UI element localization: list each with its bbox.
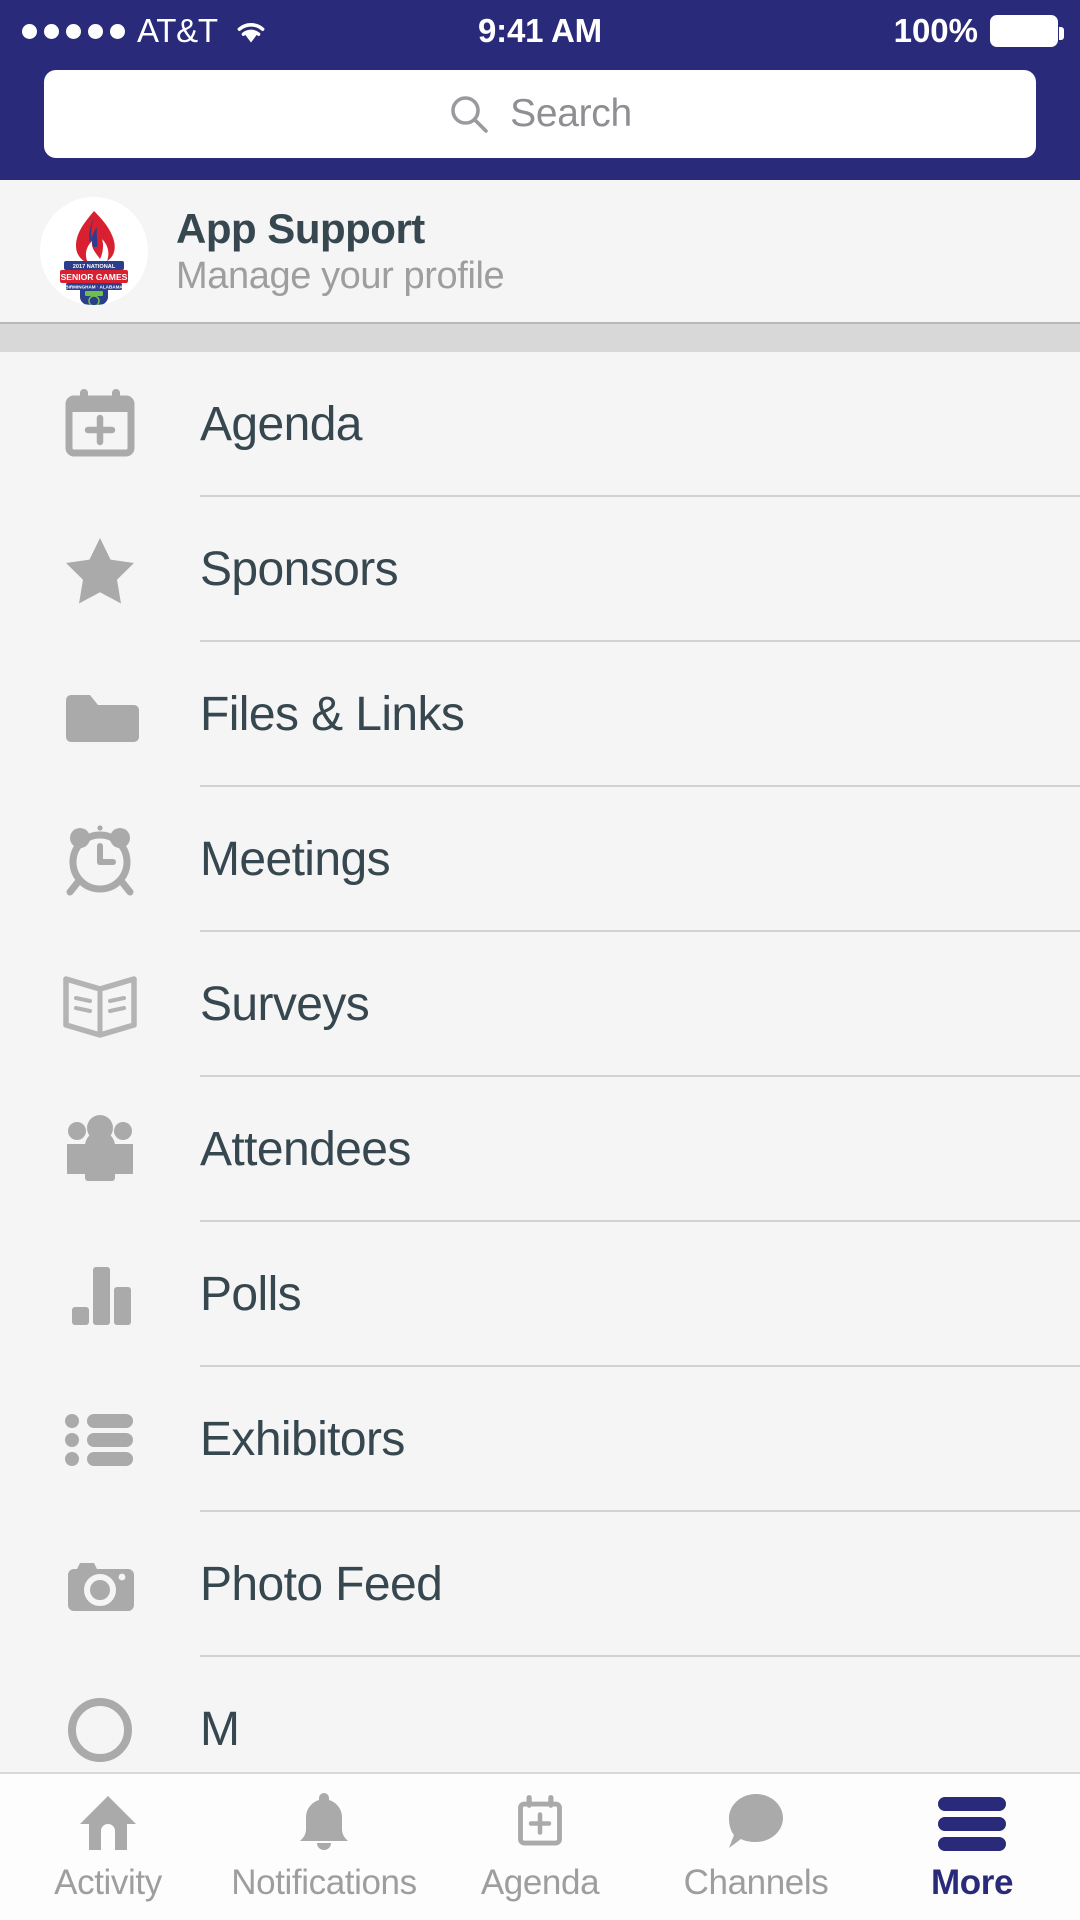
status-bar: AT&T 9:41 AM 100% xyxy=(0,0,1080,62)
tab-label: Channels xyxy=(683,1863,829,1902)
list-item-label: Polls xyxy=(200,1268,302,1321)
calendar-plus-icon xyxy=(0,385,200,465)
tab-notifications[interactable]: Notifications xyxy=(216,1774,432,1920)
star-icon xyxy=(0,530,200,610)
svg-text:2017 NATIONAL: 2017 NATIONAL xyxy=(73,264,116,270)
list-item-body: Photo Feed xyxy=(200,1512,1080,1657)
tab-label: More xyxy=(930,1863,1014,1902)
hamburger-menu-icon xyxy=(936,1791,1008,1853)
tab-activity[interactable]: Activity xyxy=(0,1774,216,1920)
home-icon xyxy=(77,1791,139,1853)
profile-subtitle: Manage your profile xyxy=(176,254,505,297)
list-item-label: Files & Links xyxy=(200,688,465,741)
bell-icon xyxy=(296,1791,352,1853)
people-group-icon xyxy=(0,1110,200,1190)
list-item[interactable]: Polls xyxy=(0,1222,1080,1367)
folder-icon xyxy=(0,675,200,755)
list-item-body: Attendees xyxy=(200,1077,1080,1222)
circle-icon xyxy=(0,1690,200,1770)
calendar-plus-icon xyxy=(510,1791,570,1853)
list-item[interactable]: Sponsors xyxy=(0,497,1080,642)
open-book-icon xyxy=(0,965,200,1045)
search-input[interactable]: Search xyxy=(44,70,1036,158)
list-item-body: Polls xyxy=(200,1222,1080,1367)
wifi-icon xyxy=(234,18,268,44)
tab-label: Notifications xyxy=(231,1863,417,1902)
list-item[interactable]: Files & Links xyxy=(0,642,1080,787)
list-item-body: Exhibitors xyxy=(200,1367,1080,1512)
svg-text:SENIOR GAMES: SENIOR GAMES xyxy=(61,272,128,282)
alarm-clock-icon xyxy=(0,820,200,900)
list-item-body: Sponsors xyxy=(200,497,1080,642)
profile-header[interactable]: 2017 NATIONAL SENIOR GAMES BIRMINGHAM · … xyxy=(0,180,1080,322)
status-bar-left: AT&T xyxy=(22,12,268,50)
tab-channels[interactable]: Channels xyxy=(648,1774,864,1920)
bar-chart-icon xyxy=(0,1255,200,1335)
list-item[interactable]: Attendees xyxy=(0,1077,1080,1222)
list-item-label: Meetings xyxy=(200,833,391,886)
bottom-tab-bar: Activity Notifications Agenda Channels M… xyxy=(0,1772,1080,1920)
list-item[interactable]: Exhibitors xyxy=(0,1367,1080,1512)
search-bar-container: Search xyxy=(0,62,1080,180)
camera-icon xyxy=(0,1545,200,1625)
tab-agenda[interactable]: Agenda xyxy=(432,1774,648,1920)
list-item-label: Surveys xyxy=(200,978,370,1031)
list-item-label: Exhibitors xyxy=(200,1413,405,1466)
speech-bubble-icon xyxy=(725,1791,787,1853)
list-item-label: M xyxy=(200,1703,240,1756)
list-item[interactable]: M xyxy=(0,1657,1080,1772)
list-item-body: Agenda xyxy=(200,352,1080,497)
list-item-body: M xyxy=(200,1657,1080,1772)
list-item-body: Files & Links xyxy=(200,642,1080,787)
battery-full-icon xyxy=(990,15,1064,47)
tab-more[interactable]: More xyxy=(864,1774,1080,1920)
tab-label: Agenda xyxy=(480,1863,600,1902)
battery-percent-label: 100% xyxy=(893,12,978,49)
bulleted-list-icon xyxy=(0,1400,200,1480)
page-title: App Support xyxy=(176,204,425,252)
list-item-label: Sponsors xyxy=(200,543,399,596)
status-bar-right: 100% xyxy=(893,12,1064,50)
list-item[interactable]: Surveys xyxy=(0,932,1080,1077)
more-menu-list[interactable]: Agenda Sponsors Files & Links Meetings S… xyxy=(0,352,1080,1772)
list-item-body: Meetings xyxy=(200,787,1080,932)
list-item[interactable]: Agenda xyxy=(0,352,1080,497)
senior-games-torch-logo: 2017 NATIONAL SENIOR GAMES BIRMINGHAM · … xyxy=(40,197,148,305)
list-item-label: Attendees xyxy=(200,1123,411,1176)
list-item-label: Photo Feed xyxy=(200,1558,443,1611)
list-item[interactable]: Photo Feed xyxy=(0,1512,1080,1657)
carrier-label: AT&T xyxy=(137,12,218,49)
list-item-body: Surveys xyxy=(200,932,1080,1077)
list-item-label: Agenda xyxy=(200,398,363,451)
search-icon xyxy=(448,93,490,135)
avatar: 2017 NATIONAL SENIOR GAMES BIRMINGHAM · … xyxy=(40,197,148,305)
profile-text: App Support Manage your profile xyxy=(176,204,505,298)
signal-strength-dots xyxy=(22,23,125,39)
tab-label: Activity xyxy=(54,1863,162,1902)
list-item[interactable]: Meetings xyxy=(0,787,1080,932)
svg-text:BIRMINGHAM · ALABAMA: BIRMINGHAM · ALABAMA xyxy=(65,284,123,289)
search-placeholder-text: Search xyxy=(510,92,632,135)
